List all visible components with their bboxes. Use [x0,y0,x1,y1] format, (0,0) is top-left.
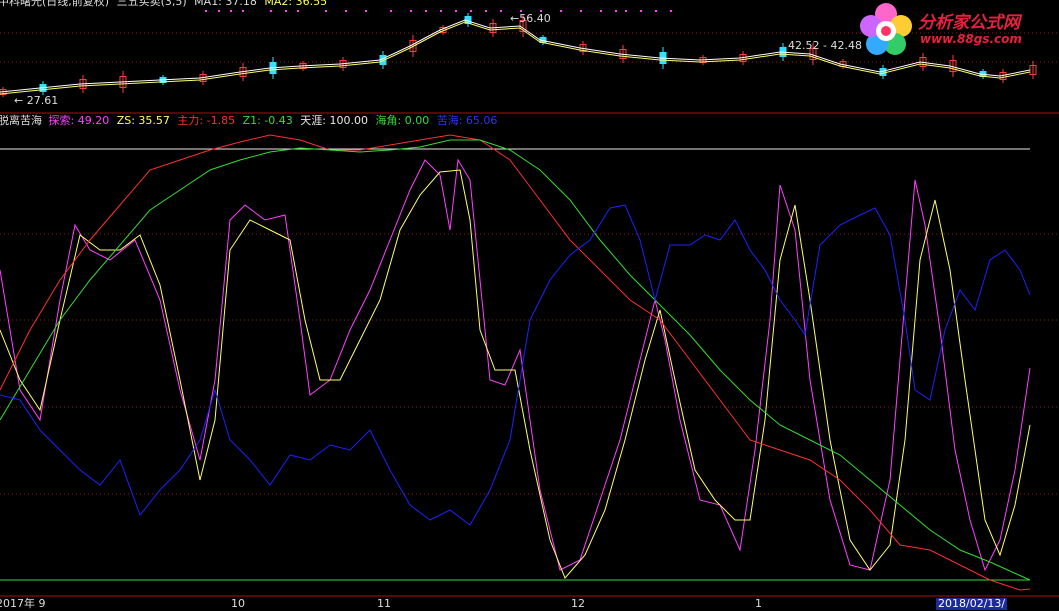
signal-dot [615,10,617,12]
date-tick: 2017年 9 [0,597,46,610]
signal-dot [625,10,627,12]
high-annotation: ←56.40 [510,12,551,25]
signal-dot [500,10,502,12]
date-tick: 1 [755,597,762,610]
indicator-name: 三五买卖(3,5) [116,0,187,8]
low-annotation: ← 27.61 [14,94,59,107]
tansuo-line [0,158,1031,572]
signal-dot [390,10,392,12]
ma2-label: MA2: 36.55 [264,0,328,8]
date-tick: 12 [571,597,585,610]
signal-dot [365,10,367,12]
chart-window: 中科曙光(日线,前复权) 三五买卖(3,5) MA1: 37.18 MA2: 3… [0,0,1059,610]
date-tick: 11 [377,597,391,610]
haijiao-label: 海角: 0.00 [375,114,430,127]
logo-name: 分析家公式网 [918,13,1020,33]
stock-title: 中科曙光(日线,前复权) [0,0,110,8]
tansuo-label: 探索: 49.20 [48,114,110,127]
signal-dot [455,10,457,12]
signal-dot [470,10,472,12]
signal-dot [655,10,657,12]
signal-dot [580,10,582,12]
signal-dot [242,10,244,12]
zs-label: ZS: 35.57 [116,114,170,127]
date-tick-selected: 2018/02/13/ [936,597,1008,610]
signal-dot [425,10,427,12]
z1-label: Z1: -0.43 [242,114,293,127]
sub-panel-header: 脱离苦海 探索: 49.20 ZS: 35.57 主力: -1.85 Z1: -… [0,115,497,127]
kuhai-label: 苦海: 65.06 [436,114,498,127]
watermark-logo: 分析家公式网 www.88gs.com [858,2,1058,58]
signal-dot [485,10,487,12]
signal-dot [560,10,562,12]
signal-dot [205,10,207,12]
logo-url: www.88gs.com [920,32,1022,46]
signal-dot [600,10,602,12]
kuhai-line [0,204,1031,526]
sub-indicator-name: 脱离苦海 [0,114,42,127]
main-title: 中科曙光(日线,前复权) 三五买卖(3,5) MA1: 37.18 MA2: 3… [0,0,327,8]
zhuli-label: 主力: -1.85 [177,114,236,127]
signal-dot [345,10,347,12]
signal-dot [297,10,299,12]
ma1-label: MA1: 37.18 [194,0,257,8]
signal-dot [218,10,220,12]
signal-dot [640,10,642,12]
signal-dot [230,10,232,12]
flower-logo-icon [860,3,912,55]
signal-dot [670,10,672,12]
signal-dot [325,10,327,12]
mid-annotation: 42.52 - 42.48 [788,39,862,52]
signal-dot [410,10,412,12]
tianya-label: 天涯: 100.00 [300,114,368,127]
signal-dot [440,10,442,12]
z1-line [0,139,1031,581]
signal-dot [270,10,272,12]
signal-dot [285,10,287,12]
date-tick: 10 [231,597,245,610]
chart-svg [0,10,1059,597]
